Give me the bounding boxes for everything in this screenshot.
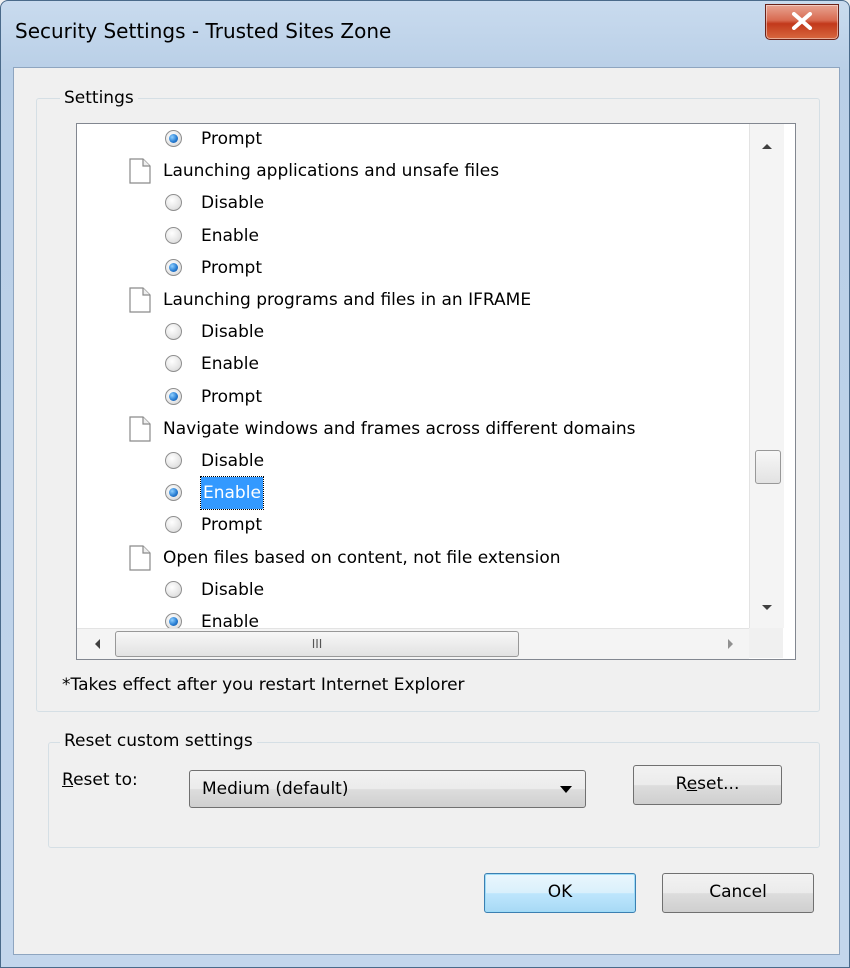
radio-option-label[interactable]: Enable — [201, 348, 259, 380]
restart-note: *Takes effect after you restart Internet… — [62, 675, 465, 695]
reset-button[interactable]: Reset... — [633, 765, 782, 805]
horizontal-scroll-thumb[interactable]: III — [115, 631, 519, 657]
radio-option-label[interactable]: Disable — [201, 445, 264, 477]
radio-button[interactable] — [165, 516, 182, 534]
radio-button-checked[interactable] — [165, 387, 182, 405]
radio-button[interactable] — [165, 355, 182, 373]
radio-option-label[interactable]: Disable — [201, 574, 264, 606]
reset-level-value: Medium (default) — [202, 779, 349, 799]
radio-option-label[interactable]: Disable — [201, 187, 264, 219]
radio-option-label[interactable]: Prompt — [201, 252, 262, 284]
scroll-corner — [749, 628, 783, 658]
horizontal-scrollbar[interactable]: III — [77, 628, 749, 659]
setting-heading-label: Launching applications and unsafe files — [163, 161, 500, 182]
radio-button-checked[interactable] — [165, 484, 182, 502]
radio-option-label[interactable]: Prompt — [201, 509, 262, 541]
ok-button[interactable]: OK — [484, 873, 636, 913]
scroll-down-arrow-icon[interactable] — [761, 604, 773, 612]
vertical-scroll-thumb[interactable] — [755, 450, 781, 484]
radio-option-label[interactable]: Prompt — [201, 381, 262, 413]
vertical-scrollbar[interactable] — [749, 124, 784, 628]
setting-heading-label: Open files based on content, not file ex… — [163, 547, 561, 568]
reset-group-label: Reset custom settings — [60, 731, 257, 751]
settings-group-label: Settings — [60, 88, 138, 108]
radio-option-label[interactable]: Prompt — [201, 124, 262, 155]
scroll-grip: III — [311, 637, 323, 651]
reset-to-label: Reset to: — [62, 770, 138, 790]
close-icon — [792, 12, 812, 30]
radio-button-checked[interactable] — [165, 130, 182, 147]
radio-option-label[interactable]: Enable — [201, 220, 259, 252]
window-title: Security Settings - Trusted Sites Zone — [15, 19, 392, 43]
document-icon — [129, 416, 151, 442]
radio-option-label[interactable]: Disable — [201, 316, 264, 348]
chevron-down-icon — [560, 786, 572, 793]
scroll-left-arrow-icon[interactable] — [93, 638, 101, 650]
radio-button-checked[interactable] — [165, 258, 182, 276]
radio-button[interactable] — [165, 452, 182, 469]
document-icon — [129, 287, 151, 313]
radio-button[interactable] — [165, 226, 182, 244]
settings-tree[interactable]: Prompt Launching applications and unsafe … — [76, 123, 796, 660]
scroll-up-arrow-icon[interactable] — [761, 142, 773, 150]
reset-level-select[interactable]: Medium (default) — [189, 770, 586, 808]
cancel-button[interactable]: Cancel — [662, 873, 814, 913]
document-icon — [129, 158, 151, 184]
scroll-right-arrow-icon[interactable] — [727, 638, 735, 650]
radio-button[interactable] — [165, 194, 182, 212]
close-button[interactable] — [765, 4, 839, 40]
setting-heading-label: Launching programs and files in an IFRAM… — [163, 290, 532, 310]
title-bar[interactable]: Security Settings - Trusted Sites Zone — [1, 1, 849, 67]
setting-heading-label: Navigate windows and frames across diffe… — [163, 418, 636, 439]
document-icon — [129, 544, 151, 571]
radio-button[interactable] — [165, 580, 182, 598]
radio-option-label[interactable]: Enable — [200, 476, 264, 511]
radio-button[interactable] — [165, 323, 182, 341]
